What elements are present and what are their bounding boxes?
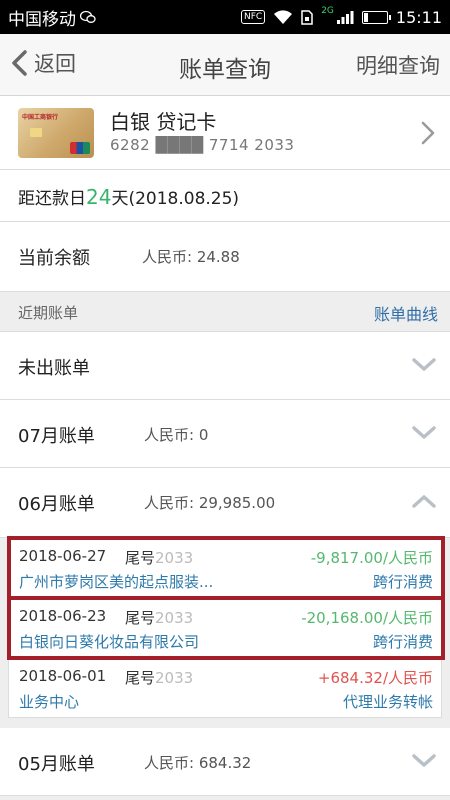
carrier-group: 中国移动 bbox=[8, 5, 96, 30]
balance-label: 当前余额 bbox=[18, 248, 90, 269]
status-icons: NFC 2G 15:11 bbox=[240, 6, 442, 27]
card-selector[interactable]: 中国工商银行 白银 贷记卡 6282 ████ 7714 2033 bbox=[0, 96, 450, 170]
transaction-amount: -9,817.00/人民币 bbox=[310, 549, 433, 567]
month-label: 07月账单 bbox=[18, 426, 95, 447]
chevron-left-icon bbox=[12, 50, 27, 76]
due-days: 24 bbox=[86, 185, 112, 209]
detail-query-button[interactable]: 明细查询 bbox=[356, 50, 440, 80]
transaction-type: 跨行消费 bbox=[372, 633, 433, 651]
tail-label: 尾号 bbox=[125, 669, 156, 687]
month-amount: 人民币: 684.32 bbox=[144, 754, 252, 772]
carrier-name: 中国移动 bbox=[8, 9, 76, 30]
tail-label: 尾号 bbox=[125, 549, 156, 567]
transaction-amount: +684.32/人民币 bbox=[317, 669, 433, 687]
transaction-card-tail: 尾号2033 bbox=[125, 607, 193, 628]
month-row-05[interactable]: 05月账单 人民币: 684.32 bbox=[0, 728, 450, 796]
back-label: 返回 bbox=[34, 52, 76, 76]
card-number: 6282 ████ 7714 2033 bbox=[110, 136, 295, 154]
tail-number: 2033 bbox=[155, 669, 194, 687]
wechat-icon bbox=[80, 10, 96, 23]
transaction-row[interactable]: 2018-06-01 尾号2033 +684.32/人民币 业务中心 代理业务转… bbox=[9, 658, 443, 718]
month-label: 未出账单 bbox=[18, 358, 90, 379]
due-date-text: 距还款日24天(2018.08.25) bbox=[18, 184, 239, 209]
due-suffix: 天(2018.08.25) bbox=[111, 189, 240, 209]
recent-bills-label: 近期账单 bbox=[18, 304, 79, 322]
transaction-card-tail: 尾号2033 bbox=[125, 547, 193, 568]
chevron-up-icon bbox=[412, 495, 436, 508]
chevron-down-icon bbox=[412, 754, 436, 767]
transaction-merchant: 业务中心 bbox=[19, 693, 80, 711]
month-amount: 人民币: 0 bbox=[144, 426, 209, 444]
card-bank-logo: 中国工商银行 bbox=[22, 114, 59, 121]
unionpay-icon bbox=[70, 142, 90, 154]
battery-icon bbox=[361, 10, 391, 24]
tail-label: 尾号 bbox=[125, 609, 156, 627]
transaction-row[interactable]: 2018-06-23 尾号2033 -20,168.00/人民币 白银向日葵化妆… bbox=[7, 596, 445, 660]
due-date-row: 距还款日24天(2018.08.25) bbox=[0, 170, 450, 222]
transaction-date: 2018-06-01 bbox=[19, 667, 107, 685]
transaction-type: 代理业务转帐 bbox=[342, 693, 433, 711]
clock: 15:11 bbox=[395, 7, 442, 27]
section-gap bbox=[0, 718, 450, 728]
chevron-down-icon bbox=[412, 426, 436, 439]
bill-chart-link[interactable]: 账单曲线 bbox=[374, 301, 438, 325]
due-prefix: 距还款日 bbox=[18, 189, 86, 209]
card-chip-icon bbox=[30, 128, 42, 137]
signal-icon bbox=[336, 10, 354, 24]
back-button[interactable]: 返回 bbox=[10, 48, 76, 78]
transaction-merchant: 广州市萝岗区美的起点服装... bbox=[19, 573, 214, 591]
chevron-right-icon bbox=[421, 121, 435, 145]
card-image: 中国工商银行 bbox=[18, 108, 94, 158]
transaction-type: 跨行消费 bbox=[372, 573, 433, 591]
network-type: 2G bbox=[321, 6, 334, 16]
month-row-07[interactable]: 07月账单 人民币: 0 bbox=[0, 400, 450, 468]
transaction-date: 2018-06-27 bbox=[19, 547, 107, 565]
balance-value: 人民币: 24.88 bbox=[142, 248, 240, 266]
month-row-06[interactable]: 06月账单 人民币: 29,985.00 bbox=[0, 468, 450, 538]
transaction-date: 2018-06-23 bbox=[19, 607, 107, 625]
recent-bills-header: 近期账单 账单曲线 bbox=[0, 292, 450, 332]
transaction-list: 2018-06-27 尾号2033 -9,817.00/人民币 广州市萝岗区美的… bbox=[7, 536, 445, 718]
wifi-icon bbox=[274, 9, 293, 24]
card-name: 白银 贷记卡 bbox=[110, 110, 217, 134]
transaction-merchant: 白银向日葵化妆品有限公司 bbox=[19, 633, 200, 651]
transaction-amount: -20,168.00/人民币 bbox=[301, 609, 433, 627]
status-bar: 中国移动 NFC 2G 15:11 bbox=[0, 0, 450, 34]
transaction-row[interactable]: 2018-06-27 尾号2033 -9,817.00/人民币 广州市萝岗区美的… bbox=[7, 536, 445, 600]
month-label: 05月账单 bbox=[18, 754, 95, 775]
tail-number: 2033 bbox=[155, 609, 194, 627]
tail-number: 2033 bbox=[155, 549, 194, 567]
nfc-icon: NFC bbox=[240, 10, 266, 24]
chevron-down-icon bbox=[412, 358, 436, 371]
sim-icon bbox=[301, 9, 313, 25]
month-row-unbilled[interactable]: 未出账单 bbox=[0, 332, 450, 400]
nav-bar: 返回 账单查询 明细查询 bbox=[0, 34, 450, 96]
month-label: 06月账单 bbox=[18, 494, 95, 515]
transaction-card-tail: 尾号2033 bbox=[125, 667, 193, 688]
month-amount: 人民币: 29,985.00 bbox=[144, 494, 276, 512]
balance-row: 当前余额 人民币: 24.88 bbox=[0, 222, 450, 292]
